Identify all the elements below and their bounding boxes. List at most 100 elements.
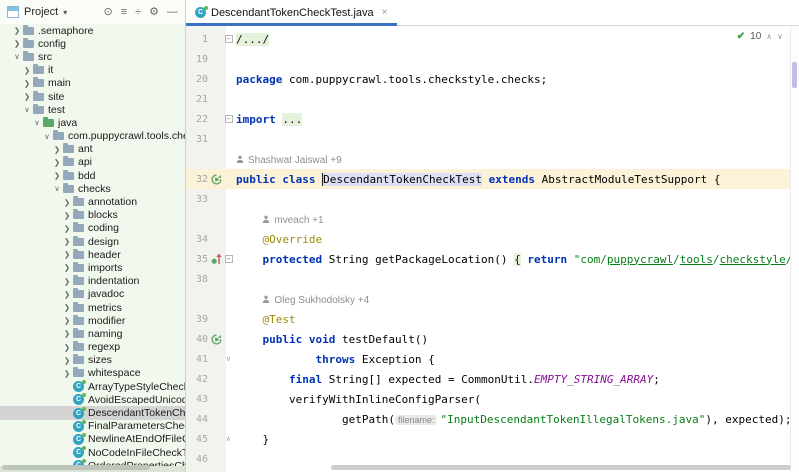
run-test-icon[interactable] xyxy=(209,334,223,345)
chevron-icon[interactable]: ❯ xyxy=(62,356,72,365)
chevron-icon[interactable]: ❯ xyxy=(62,369,72,378)
code-line-32[interactable]: 32public class DescendantTokenCheckTest … xyxy=(186,169,799,189)
tree-item-design[interactable]: ❯design xyxy=(0,235,185,248)
chevron-icon[interactable]: ❯ xyxy=(62,224,72,233)
close-icon[interactable]: × xyxy=(382,7,388,18)
code-line-19[interactable]: 19 xyxy=(186,49,799,69)
tab-descendanttokenchecktest[interactable]: C DescendantTokenCheckTest.java × xyxy=(186,0,397,25)
code-line-39[interactable]: 39 @Test xyxy=(186,309,799,329)
code-line-38[interactable]: 38 xyxy=(186,269,799,289)
tree-item-it[interactable]: ❯it xyxy=(0,64,185,77)
chevron-icon[interactable]: ❯ xyxy=(62,198,72,207)
code-text[interactable]: verifyWithInlineConfigParser( xyxy=(236,393,481,406)
code-line-21[interactable]: 21 xyxy=(186,89,799,109)
code-text[interactable]: @Test xyxy=(236,313,296,326)
chevron-icon[interactable]: ❯ xyxy=(62,250,72,259)
tree-item-regexp[interactable]: ❯regexp xyxy=(0,341,185,354)
tree-item-ant[interactable]: ❯ant xyxy=(0,143,185,156)
tree-item-whitespace[interactable]: ❯whitespace xyxy=(0,367,185,380)
code-line-20[interactable]: 20package com.puppycrawl.tools.checkstyl… xyxy=(186,69,799,89)
code-text[interactable]: @Override xyxy=(236,233,322,246)
editor-body[interactable]: ✔10 ∧ ∨ 1−/.../1920package com.puppycraw… xyxy=(186,26,799,472)
chevron-icon[interactable]: ❯ xyxy=(62,329,72,338)
tree-item-bdd[interactable]: ❯bdd xyxy=(0,169,185,182)
code-text[interactable]: protected String getPackageLocation() { … xyxy=(236,253,799,266)
author-hint-line[interactable]: mveach +1 xyxy=(186,209,799,229)
tree-item-indentation[interactable]: ❯indentation xyxy=(0,275,185,288)
fold-marker-icon[interactable]: − xyxy=(223,115,234,123)
code-line-42[interactable]: 42 final String[] expected = CommonUtil.… xyxy=(186,369,799,389)
fold-marker-icon[interactable]: ∧ xyxy=(223,435,234,443)
chevron-icon[interactable]: ❯ xyxy=(62,343,72,352)
tree-item-com-puppycrawl-tools-checkstyle[interactable]: ∨com.puppycrawl.tools.checkstyle xyxy=(0,130,185,143)
tree-item-imports[interactable]: ❯imports xyxy=(0,261,185,274)
chevron-down-icon[interactable]: ▾ xyxy=(63,8,67,17)
tree-item-main[interactable]: ❯main xyxy=(0,77,185,90)
chevron-icon[interactable]: ∨ xyxy=(32,118,42,127)
tree-item--semaphore[interactable]: ❯.semaphore xyxy=(0,24,185,37)
tree-item-blocks[interactable]: ❯blocks xyxy=(0,209,185,222)
vertical-scrollbar-thumb[interactable] xyxy=(792,62,797,88)
code-line-35[interactable]: 35− protected String getPackageLocation(… xyxy=(186,249,799,269)
chevron-icon[interactable]: ❯ xyxy=(52,158,62,167)
code-line-44[interactable]: 44 getPath(filename:"InputDescendantToke… xyxy=(186,409,799,429)
code-line-41[interactable]: 41∨ throws Exception { xyxy=(186,349,799,369)
expand-collapse-icon[interactable]: ÷ xyxy=(135,7,141,18)
tree-item-avoidescapedunicodecharactersche[interactable]: CAvoidEscapedUnicodeCharactersChe xyxy=(0,393,185,406)
chevron-icon[interactable]: ❯ xyxy=(12,39,22,48)
author-hint[interactable]: Oleg Sukhodolsky +4 xyxy=(236,293,369,306)
author-hint-line[interactable]: Oleg Sukhodolsky +4 xyxy=(186,289,799,309)
tree-item-javadoc[interactable]: ❯javadoc xyxy=(0,288,185,301)
code-line-45[interactable]: 45∧ } xyxy=(186,429,799,449)
code-text[interactable]: public void testDefault() xyxy=(236,333,428,346)
code-text[interactable]: } xyxy=(236,433,269,446)
tree-item-sizes[interactable]: ❯sizes xyxy=(0,354,185,367)
tree-item-coding[interactable]: ❯coding xyxy=(0,222,185,235)
tree-item-checks[interactable]: ∨checks xyxy=(0,182,185,195)
fold-marker-icon[interactable]: − xyxy=(223,255,234,263)
author-hint-line[interactable]: Shashwat Jaiswal +9 xyxy=(186,149,799,169)
tree-item-src[interactable]: ∨src xyxy=(0,50,185,63)
hide-panel-icon[interactable]: — xyxy=(167,7,178,18)
code-line-31[interactable]: 31 xyxy=(186,129,799,149)
code-line-33[interactable]: 33 xyxy=(186,189,799,209)
chevron-icon[interactable]: ❯ xyxy=(62,211,72,220)
code-line-40[interactable]: 40 public void testDefault() xyxy=(186,329,799,349)
tree-item-nocodeinfilechecktest[interactable]: CNoCodeInFileCheckTest xyxy=(0,446,185,459)
chevron-icon[interactable]: ∨ xyxy=(12,52,22,61)
tree-item-site[interactable]: ❯site xyxy=(0,90,185,103)
chevron-icon[interactable]: ∨ xyxy=(22,105,32,114)
tree-item-annotation[interactable]: ❯annotation xyxy=(0,195,185,208)
tree-item-config[interactable]: ❯config xyxy=(0,37,185,50)
fold-marker-icon[interactable]: ∨ xyxy=(223,355,234,363)
chevron-icon[interactable]: ❯ xyxy=(22,79,32,88)
tree-item-arraytypestylechecktest[interactable]: CArrayTypeStyleCheckTest xyxy=(0,380,185,393)
tree-item-test[interactable]: ∨test xyxy=(0,103,185,116)
settings-icon[interactable]: ⚙ xyxy=(149,7,159,18)
code-text[interactable]: throws Exception { xyxy=(236,353,435,366)
tree-item-modifier[interactable]: ❯modifier xyxy=(0,314,185,327)
run-test-icon[interactable] xyxy=(209,174,223,185)
code-text[interactable]: public class DescendantTokenCheckTest ex… xyxy=(236,173,720,186)
chevron-icon[interactable]: ❯ xyxy=(62,277,72,286)
collapse-all-icon[interactable]: ≡ xyxy=(121,7,127,18)
inspections-widget[interactable]: ✔10 ∧ ∨ xyxy=(737,31,783,42)
chevron-icon[interactable]: ❯ xyxy=(62,290,72,299)
fold-marker-icon[interactable]: − xyxy=(223,35,234,43)
overriding-method-icon[interactable] xyxy=(209,253,223,265)
author-hint[interactable]: Shashwat Jaiswal +9 xyxy=(236,153,342,166)
chevron-icon[interactable]: ❯ xyxy=(12,26,22,35)
chevron-icon[interactable]: ❯ xyxy=(52,171,62,180)
project-panel-title[interactable]: Project xyxy=(24,6,58,18)
chevron-icon[interactable]: ❯ xyxy=(22,66,32,75)
chevron-icon[interactable]: ❯ xyxy=(62,303,72,312)
code-line-1[interactable]: 1−/.../ xyxy=(186,29,799,49)
tree-item-header[interactable]: ❯header xyxy=(0,248,185,261)
code-text[interactable]: package com.puppycrawl.tools.checkstyle.… xyxy=(236,73,547,86)
chevron-icon[interactable]: ❯ xyxy=(62,237,72,246)
error-stripe[interactable] xyxy=(790,26,799,472)
next-problem-icon[interactable]: ∨ xyxy=(777,32,783,41)
code-text[interactable]: import ... xyxy=(236,113,302,126)
code-line-34[interactable]: 34 @Override xyxy=(186,229,799,249)
tree-item-java[interactable]: ∨java xyxy=(0,116,185,129)
